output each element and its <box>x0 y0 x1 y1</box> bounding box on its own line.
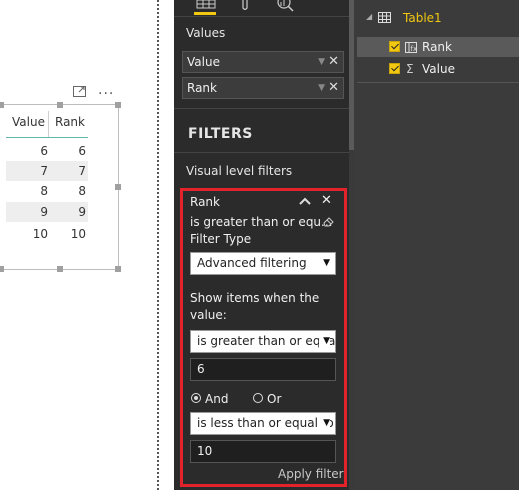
collapse-icon[interactable] <box>299 197 311 205</box>
field-checkbox[interactable] <box>389 41 400 52</box>
filter-summary: is greater than or equ... <box>190 215 333 229</box>
condition2-value-input[interactable]: 10 <box>190 440 336 463</box>
remove-field-icon[interactable]: ✕ <box>328 78 339 98</box>
apply-filter-button[interactable]: Apply filter <box>278 467 344 481</box>
condition2-operator-dropdown[interactable]: is less than or equal to ▼ <box>190 412 336 435</box>
cell-value: 8 <box>40 184 48 198</box>
values-well-item[interactable]: Value ▼ ✕ <box>182 51 344 73</box>
filter-type-value: Advanced filtering <box>197 256 307 270</box>
chevron-down-icon: ▼ <box>319 331 330 352</box>
resize-handle[interactable] <box>57 266 63 272</box>
filters-title: FILTERS <box>188 126 253 142</box>
remove-filter-icon[interactable]: ✕ <box>321 193 332 208</box>
table-row: 10 10 <box>6 224 88 244</box>
pane-divider <box>174 152 349 153</box>
eraser-icon[interactable] <box>322 215 336 227</box>
condition1-value-input[interactable]: 6 <box>190 358 336 381</box>
pane-divider <box>174 108 349 109</box>
sigma-icon: Σ <box>406 62 414 76</box>
table-name[interactable]: Table1 <box>403 11 442 25</box>
column-separator <box>48 111 49 137</box>
more-options-icon[interactable]: ... <box>98 82 114 98</box>
table-row: 9 9 <box>6 202 88 222</box>
canvas-boundary <box>157 0 159 490</box>
calculated-column-icon: fx <box>405 42 417 53</box>
visual-level-filters-label: Visual level filters <box>186 164 293 178</box>
or-label[interactable]: Or <box>267 392 281 406</box>
show-items-label: Show items when the <box>190 291 320 305</box>
resize-handle[interactable] <box>115 266 121 272</box>
resize-handle[interactable] <box>115 184 121 190</box>
active-tab-indicator <box>194 12 216 15</box>
cell-value: 10 <box>32 227 48 241</box>
and-label[interactable]: And <box>205 392 228 406</box>
cell-rank: 7 <box>78 164 86 178</box>
table-row: 7 7 <box>6 161 88 181</box>
chevron-down-icon[interactable]: ▼ <box>318 78 325 98</box>
field-item-value[interactable]: Σ Value <box>357 59 519 79</box>
header-underline <box>6 137 88 138</box>
column-header-value[interactable]: Value <box>12 115 45 129</box>
resize-handle[interactable] <box>57 102 63 108</box>
well-item-label: Value <box>187 55 220 69</box>
table-icon <box>378 12 391 23</box>
cell-value: 6 <box>40 144 48 158</box>
condition2-operator-value: is less than or equal to <box>197 416 334 430</box>
format-tab-icon[interactable] <box>240 0 250 12</box>
field-label: Rank <box>422 40 452 54</box>
well-item-label: Rank <box>187 81 217 95</box>
pane-tab-bar <box>174 0 354 15</box>
condition1-operator-value: is greater than or equal to <box>197 334 335 348</box>
pane-divider <box>174 16 349 17</box>
chevron-down-icon: ▼ <box>319 413 330 434</box>
cell-rank: 8 <box>78 184 86 198</box>
show-items-label-cont: value: <box>190 308 227 322</box>
cell-value: 7 <box>40 164 48 178</box>
cell-rank: 6 <box>78 144 86 158</box>
remove-field-icon[interactable]: ✕ <box>328 52 339 72</box>
field-label: Value <box>422 62 455 76</box>
and-radio[interactable] <box>191 393 201 403</box>
svg-text:fx: fx <box>411 45 418 53</box>
fields-divider <box>357 82 519 83</box>
table-row: 8 8 <box>6 181 88 201</box>
field-checkbox[interactable] <box>389 63 400 74</box>
condition1-operator-dropdown[interactable]: is greater than or equal to ▼ <box>190 330 336 353</box>
focus-mode-icon[interactable] <box>73 86 87 98</box>
filter-type-dropdown[interactable]: Advanced filtering ▼ <box>190 252 336 275</box>
table-row: 6 6 <box>6 141 88 161</box>
field-item-rank[interactable]: fx Rank <box>357 37 519 57</box>
resize-handle[interactable] <box>115 102 121 108</box>
filter-field-name[interactable]: Rank <box>190 195 220 209</box>
chevron-down-icon: ▼ <box>323 258 330 268</box>
analytics-tab-icon[interactable] <box>276 0 296 12</box>
values-label: Values <box>186 26 226 40</box>
cell-rank: 10 <box>70 227 86 241</box>
cell-rank: 9 <box>78 205 86 219</box>
or-radio[interactable] <box>253 393 263 403</box>
chevron-down-icon[interactable]: ▼ <box>318 52 325 72</box>
report-canvas: ... Value Rank 6 6 7 7 8 8 9 9 10 10 <box>0 0 160 490</box>
column-header-rank[interactable]: Rank <box>55 115 85 129</box>
cell-value: 9 <box>40 205 48 219</box>
fields-tab-icon[interactable] <box>196 0 216 10</box>
resize-handle[interactable] <box>0 102 4 108</box>
collapse-triangle-icon[interactable]: ◢ <box>366 12 372 21</box>
filter-type-label: Filter Type <box>190 232 252 246</box>
resize-handle[interactable] <box>0 266 4 272</box>
values-well-item[interactable]: Rank ▼ ✕ <box>182 77 344 99</box>
